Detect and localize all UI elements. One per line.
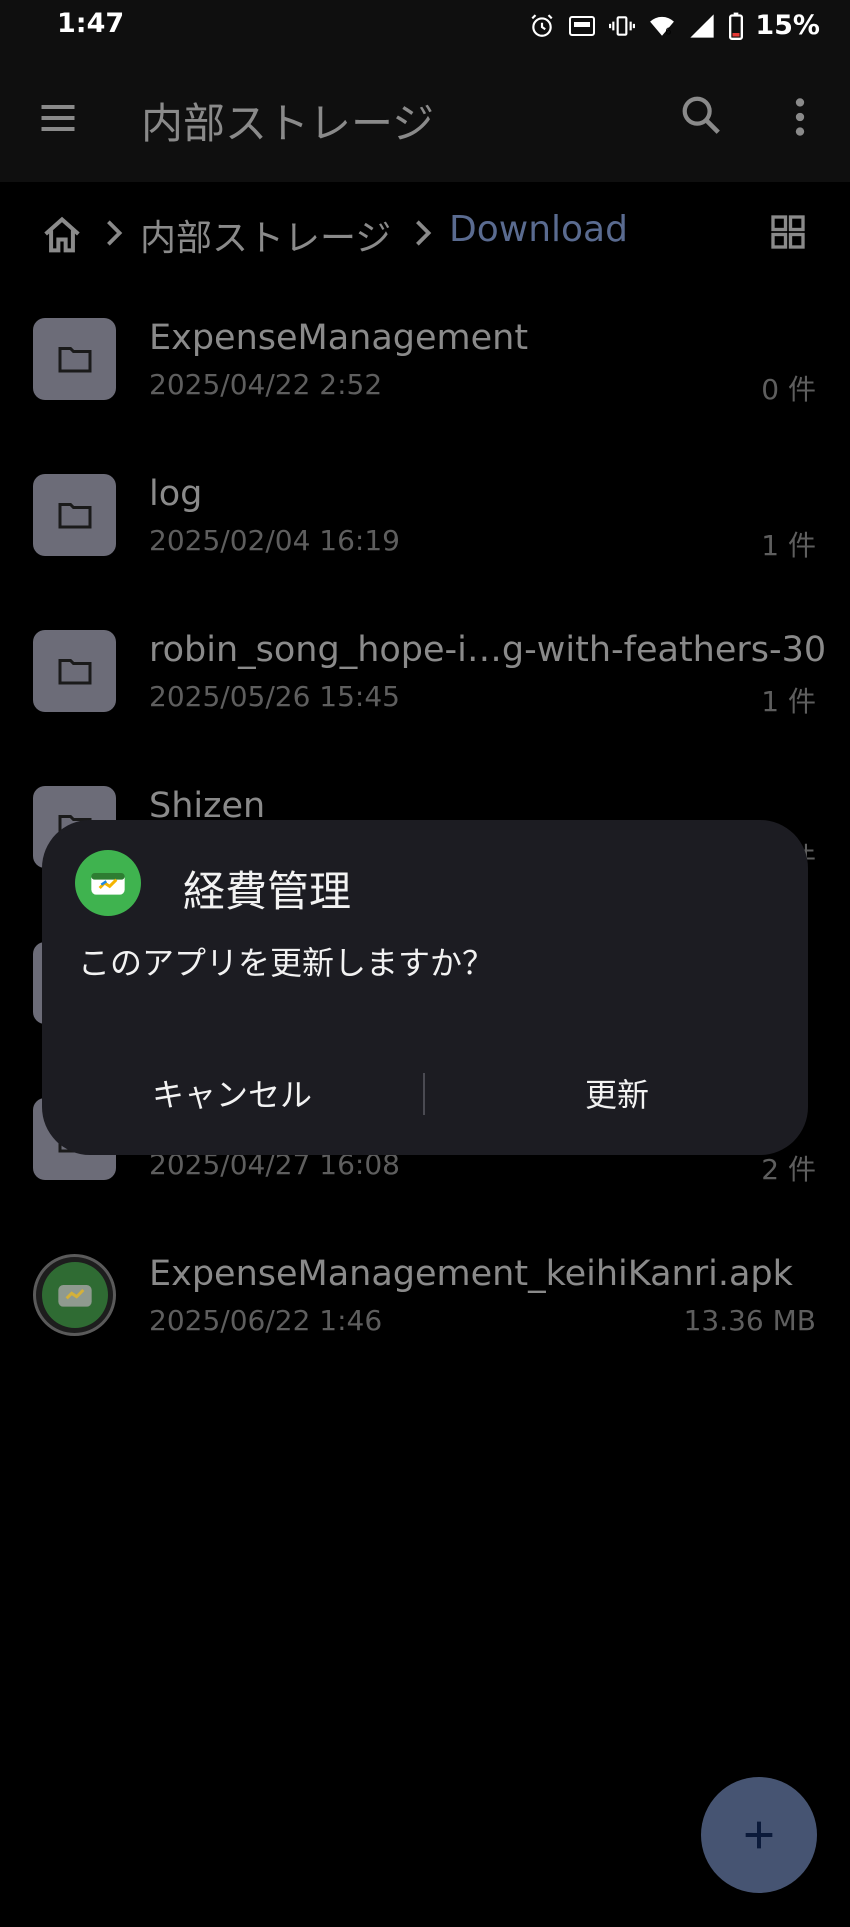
file-size: 13.36 MB	[683, 1304, 816, 1337]
file-date: 2025/04/22 2:52	[149, 368, 383, 401]
list-item[interactable]: log 2025/02/04 16:19 1 件	[0, 456, 850, 586]
battery-icon	[727, 11, 745, 41]
add-button[interactable]	[701, 1777, 817, 1893]
file-count: 1 件	[761, 529, 816, 562]
status-bar: 1:47 6 15%	[0, 0, 850, 52]
file-count: 0 件	[761, 373, 816, 406]
status-icons: 6 15%	[527, 10, 820, 41]
chevron-right-icon	[102, 218, 126, 248]
svg-text:6: 6	[666, 26, 672, 37]
more-vert-icon[interactable]	[780, 92, 820, 142]
apk-icon	[33, 1254, 116, 1336]
alarm-icon	[527, 11, 557, 41]
folder-icon	[33, 630, 116, 712]
dialog-title: 経費管理	[183, 867, 352, 916]
update-button[interactable]: 更新	[447, 1065, 787, 1125]
vibrate-icon	[607, 11, 637, 41]
search-icon[interactable]	[678, 92, 724, 138]
status-time: 1:47	[57, 8, 125, 39]
folder-icon	[33, 318, 116, 400]
breadcrumb-item-storage[interactable]: 内部ストレージ	[140, 209, 391, 261]
auto-brightness-icon	[567, 11, 597, 41]
add-icon	[745, 1821, 773, 1849]
wifi-icon: 6	[647, 11, 677, 41]
file-date: 2025/05/26 15:45	[149, 680, 400, 713]
cancel-button[interactable]: キャンセル	[62, 1065, 402, 1125]
dialog-message: このアプリを更新しますか？	[78, 944, 495, 982]
folder-icon	[33, 474, 116, 556]
breadcrumb: 内部ストレージ Download	[0, 182, 850, 282]
file-date: 2025/02/04 16:19	[149, 524, 400, 557]
file-name: ExpenseManagement_keihiKanri.apk	[149, 1254, 793, 1294]
home-icon[interactable]	[40, 214, 84, 254]
file-name: ExpenseManagement	[149, 318, 529, 358]
list-item[interactable]: robin_song_hope-i…g-with-feathers-30 202…	[0, 612, 850, 742]
menu-icon[interactable]	[36, 96, 80, 140]
app-bar: 内部ストレージ	[0, 52, 850, 182]
breadcrumb-item-download[interactable]: Download	[449, 209, 628, 250]
file-name: log	[149, 474, 203, 514]
list-item[interactable]: ExpenseManagement 2025/04/22 2:52 0 件	[0, 300, 850, 430]
cellular-signal-icon	[687, 11, 717, 41]
button-divider	[423, 1073, 425, 1115]
list-item[interactable]: ExpenseManagement_keihiKanri.apk 2025/06…	[0, 1236, 850, 1366]
grid-view-icon[interactable]	[768, 212, 808, 252]
file-count: 1 件	[761, 685, 816, 718]
update-dialog: 経費管理 このアプリを更新しますか？ キャンセル 更新	[42, 820, 808, 1155]
file-name: robin_song_hope-i…g-with-feathers-30	[149, 630, 827, 670]
file-date: 2025/06/22 1:46	[149, 1304, 383, 1337]
app-icon	[75, 850, 141, 916]
app-title: 内部ストレージ	[141, 99, 435, 148]
chevron-right-icon	[411, 218, 435, 248]
battery-percentage: 15%	[755, 10, 820, 41]
